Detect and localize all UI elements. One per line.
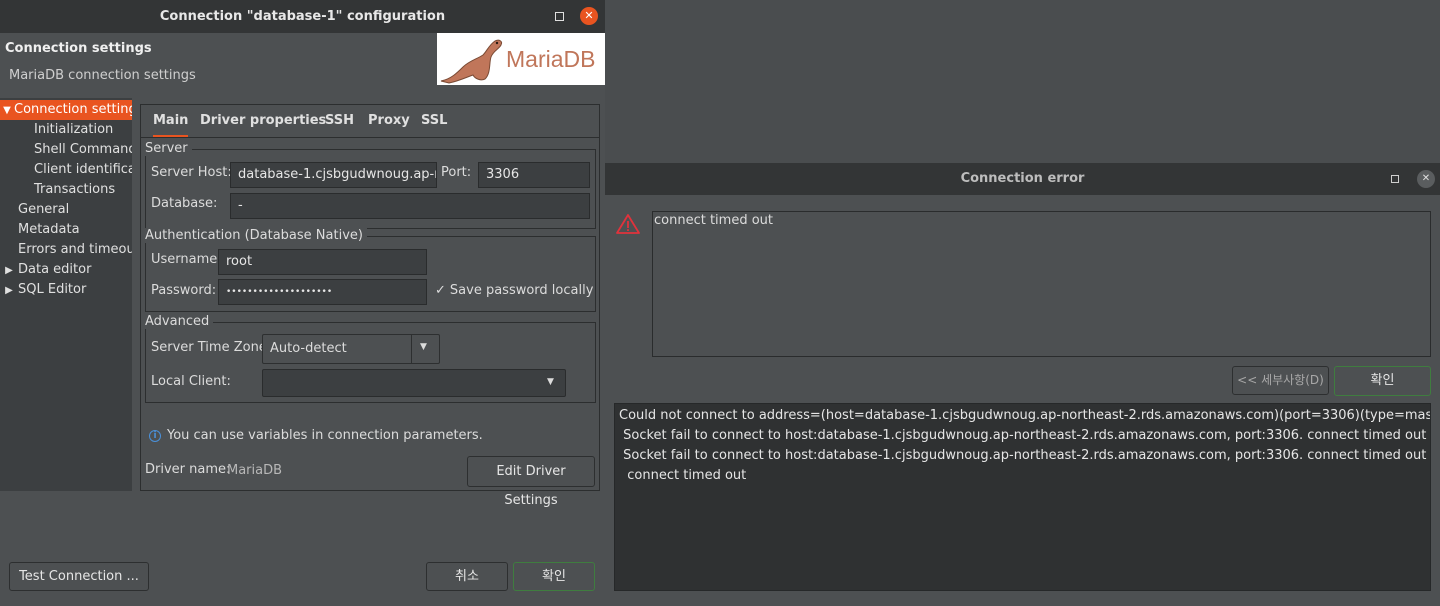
details-button[interactable]: << 세부사항(D) xyxy=(1232,366,1329,395)
tab-ssl[interactable]: SSL xyxy=(421,105,447,137)
settings-tree: ▼ Connection settings Initialization Shel… xyxy=(0,98,132,491)
close-icon[interactable]: ✕ xyxy=(1417,170,1435,188)
connection-error-dialog: Connection error ✕ connect timed out << … xyxy=(605,163,1440,606)
port-input[interactable]: 3306 xyxy=(478,162,590,188)
username-input[interactable]: root xyxy=(218,249,427,275)
local-client-label: Local Client: xyxy=(151,374,231,389)
database-label: Database: xyxy=(151,196,218,211)
cancel-button[interactable]: 취소 xyxy=(426,562,508,591)
chevron-right-icon: ▶ xyxy=(5,265,13,276)
edit-driver-settings-button[interactable]: Edit Driver Settings xyxy=(467,456,595,508)
connection-config-dialog: Connection "database-1" configuration ✕ … xyxy=(0,0,605,606)
port-label: Port: xyxy=(441,165,472,180)
log-line: Could not connect to address=(host=datab… xyxy=(619,408,1431,423)
info-icon: i xyxy=(149,430,161,442)
tree-item-data-editor[interactable]: ▶ Data editor xyxy=(0,260,132,280)
server-host-input[interactable]: database-1.cjsbgudwnoug.ap-northeast-2.r… xyxy=(230,162,437,188)
settings-panel: Main Driver properties SSH Proxy SSL Ser… xyxy=(140,104,600,508)
seal-icon xyxy=(440,39,502,84)
save-password-checkbox[interactable]: ✓ Save password locally xyxy=(435,283,593,298)
error-message: connect timed out xyxy=(654,213,773,228)
server-host-label: Server Host: xyxy=(151,165,232,180)
header-title: Connection settings xyxy=(5,41,152,56)
log-line: Socket fail to connect to host:database-… xyxy=(619,448,1427,463)
chevron-right-icon: ▶ xyxy=(5,285,13,296)
error-details-log: Could not connect to address=(host=datab… xyxy=(614,403,1431,591)
tree-item-metadata[interactable]: Metadata xyxy=(0,220,132,240)
title-bar: Connection "database-1" configuration ✕ xyxy=(0,0,605,33)
server-group-label: Server xyxy=(145,141,192,156)
dropdown-divider xyxy=(411,335,412,363)
tab-bar: Main Driver properties SSH Proxy SSL xyxy=(141,105,599,138)
database-input[interactable]: - xyxy=(230,193,590,219)
error-ok-button[interactable]: 확인 xyxy=(1334,366,1431,396)
save-password-label: Save password locally xyxy=(449,283,594,298)
tree-item-initialization[interactable]: Initialization xyxy=(0,120,132,140)
chevron-down-icon: ▼ xyxy=(547,377,554,387)
tab-main[interactable]: Main xyxy=(153,105,189,137)
warning-icon xyxy=(616,214,640,234)
checkmark-icon: ✓ xyxy=(435,283,446,298)
password-label: Password: xyxy=(151,283,217,298)
tab-driver-properties[interactable]: Driver properties xyxy=(200,105,326,137)
tree-item-transactions[interactable]: Transactions xyxy=(0,180,132,200)
log-line: Socket fail to connect to host:database-… xyxy=(619,428,1427,443)
chevron-down-icon: ▼ xyxy=(3,105,11,116)
username-label: Username: xyxy=(151,252,222,267)
logo-text: MariaDB xyxy=(506,46,596,72)
test-connection-button[interactable]: Test Connection ... xyxy=(9,562,149,591)
tree-item-sql-editor[interactable]: ▶ SQL Editor xyxy=(0,280,132,300)
auth-group-label: Authentication (Database Native) xyxy=(145,228,367,243)
tree-item-shell-commands[interactable]: Shell Commands xyxy=(0,140,132,160)
tree-item-general[interactable]: General xyxy=(0,200,132,220)
driver-name-value: MariaDB xyxy=(227,463,283,478)
tree-item-connection-settings[interactable]: ▼ Connection settings xyxy=(0,100,132,120)
advanced-group-label: Advanced xyxy=(145,314,214,329)
maximize-icon[interactable] xyxy=(555,12,564,21)
log-line: connect timed out xyxy=(619,468,747,483)
password-input[interactable]: •••••••••••••••••••• xyxy=(218,279,427,305)
maximize-icon[interactable] xyxy=(1391,175,1399,183)
error-message-box: connect timed out xyxy=(652,211,1431,357)
ok-button[interactable]: 확인 xyxy=(513,562,595,591)
error-dialog-title: Connection error xyxy=(960,171,1085,186)
timezone-select[interactable]: Auto-detect ▼ xyxy=(262,334,440,364)
tree-item-client-identification[interactable]: Client identification xyxy=(0,160,132,180)
tree-item-errors-timeouts[interactable]: Errors and timeouts xyxy=(0,240,132,260)
error-title-bar: Connection error ✕ xyxy=(605,163,1440,195)
chevron-down-icon: ▼ xyxy=(420,342,427,352)
timezone-label: Server Time Zone: xyxy=(151,340,272,355)
info-text: You can use variables in connection para… xyxy=(167,428,483,443)
mariadb-logo: MariaDB xyxy=(437,33,605,85)
close-icon[interactable]: ✕ xyxy=(580,7,598,25)
dialog-title: Connection "database-1" configuration xyxy=(159,9,446,24)
tab-proxy[interactable]: Proxy xyxy=(368,105,410,137)
header-subtitle: MariaDB connection settings xyxy=(9,68,196,83)
driver-name-label: Driver name: xyxy=(145,462,231,477)
local-client-select[interactable]: ▼ xyxy=(262,369,566,397)
tab-ssh[interactable]: SSH xyxy=(325,105,354,137)
